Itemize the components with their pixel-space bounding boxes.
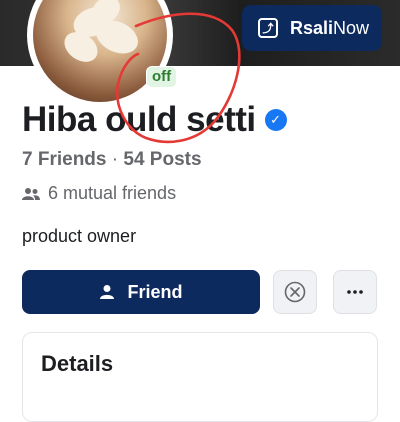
posts-count[interactable]: 54 Posts	[123, 149, 201, 170]
person-icon	[100, 285, 115, 299]
details-card: Details	[22, 332, 378, 422]
verified-badge-icon: ✓	[264, 109, 287, 131]
profile-stats: 7 Friends · 54 Posts	[22, 149, 202, 171]
rsalinow-label: RsaliNow	[290, 17, 370, 38]
more-icon	[347, 290, 363, 294]
name-row: Hiba ould setti ✓	[22, 100, 287, 140]
avatar-image	[33, 0, 167, 102]
stats-separator: ·	[106, 149, 124, 170]
share-arrow-icon: ⤴	[258, 18, 278, 38]
friend-button-label: Friend	[127, 281, 183, 302]
friends-count[interactable]: 7 Friends	[22, 149, 106, 170]
details-title: Details	[41, 351, 114, 376]
remove-icon	[284, 281, 306, 303]
people-icon	[22, 187, 40, 200]
mutual-friends[interactable]: 6 mutual friends	[22, 183, 176, 204]
friend-button[interactable]: Friend	[22, 270, 260, 314]
status-badge: off	[146, 66, 178, 88]
remove-button[interactable]	[273, 270, 317, 314]
more-button[interactable]	[333, 270, 377, 314]
profile-name: Hiba ould setti	[22, 100, 256, 139]
profile-bio: product owner	[22, 226, 137, 246]
rsalinow-button[interactable]: ⤴ RsaliNow	[242, 5, 382, 51]
profile-avatar[interactable]	[27, 0, 173, 108]
mutual-friends-label: 6 mutual friends	[48, 183, 177, 203]
